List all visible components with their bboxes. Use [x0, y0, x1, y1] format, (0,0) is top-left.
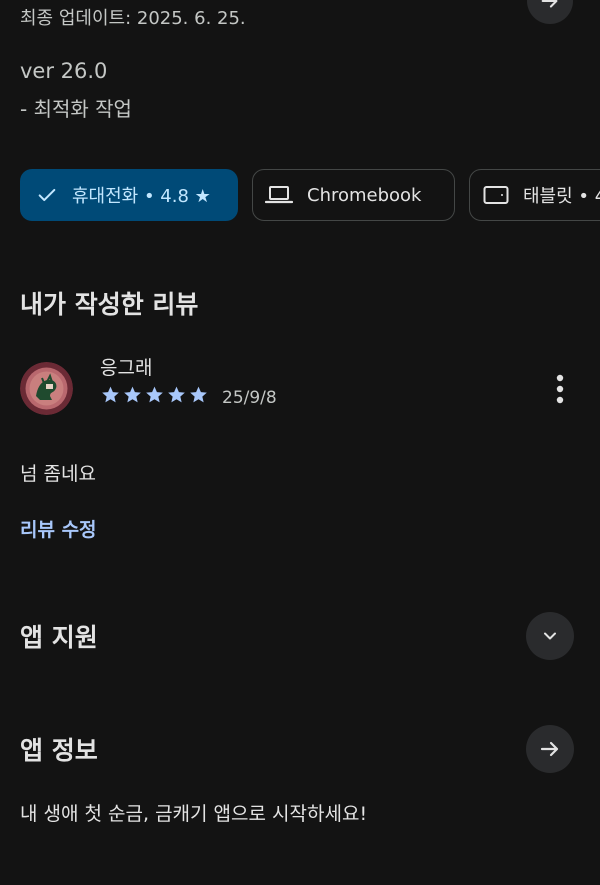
app-description: 내 생애 첫 순금, 금캐기 앱으로 시작하세요! — [20, 803, 368, 825]
review-date: 25/9/8 — [222, 388, 277, 408]
whats-new-arrow-button[interactable] — [527, 0, 573, 24]
rating-stars — [100, 385, 209, 405]
last-updated-text: 최종 업데이트: 2025. 6. 25. — [20, 8, 246, 29]
my-review-title: 내가 작성한 리뷰 — [20, 290, 199, 319]
arrow-right-icon — [540, 741, 559, 757]
app-info-arrow-button[interactable] — [526, 725, 574, 773]
avatar — [20, 362, 73, 415]
app-info-title[interactable]: 앱 정보 — [20, 731, 98, 767]
device-chip-label: Chromebook — [307, 184, 422, 206]
reviewer-name: 응그래 — [100, 357, 153, 379]
update-notes-text: - 최적화 작업 — [20, 97, 132, 121]
star-icon — [190, 386, 207, 403]
arrow-right-icon — [541, 0, 558, 8]
star-icon — [168, 386, 185, 403]
laptop-icon — [265, 184, 293, 206]
star-icon — [102, 386, 119, 403]
review-text: 넘 좀네요 — [20, 463, 96, 485]
more-vert-icon — [556, 374, 564, 404]
device-chip-label: 휴대전화 • 4.8 ★ — [72, 186, 211, 207]
check-icon — [36, 184, 58, 206]
more-options-button[interactable] — [546, 372, 574, 406]
device-chip-tablet[interactable]: 태블릿 • 4 — [469, 169, 600, 221]
device-chip-label: 태블릿 • 4 — [523, 186, 600, 207]
edit-review-link[interactable]: 리뷰 수정 — [20, 515, 97, 542]
star-icon — [146, 386, 163, 403]
device-chip-phone[interactable]: 휴대전화 • 4.8 ★ — [20, 169, 238, 221]
version-text: ver 26.0 — [20, 59, 108, 83]
app-support-expand-button[interactable] — [526, 612, 574, 660]
star-icon — [124, 386, 141, 403]
device-chip-chromebook[interactable]: Chromebook — [252, 169, 455, 221]
tablet-icon — [483, 185, 509, 205]
app-support-title[interactable]: 앱 지원 — [20, 618, 98, 654]
chevron-down-icon — [544, 632, 556, 640]
